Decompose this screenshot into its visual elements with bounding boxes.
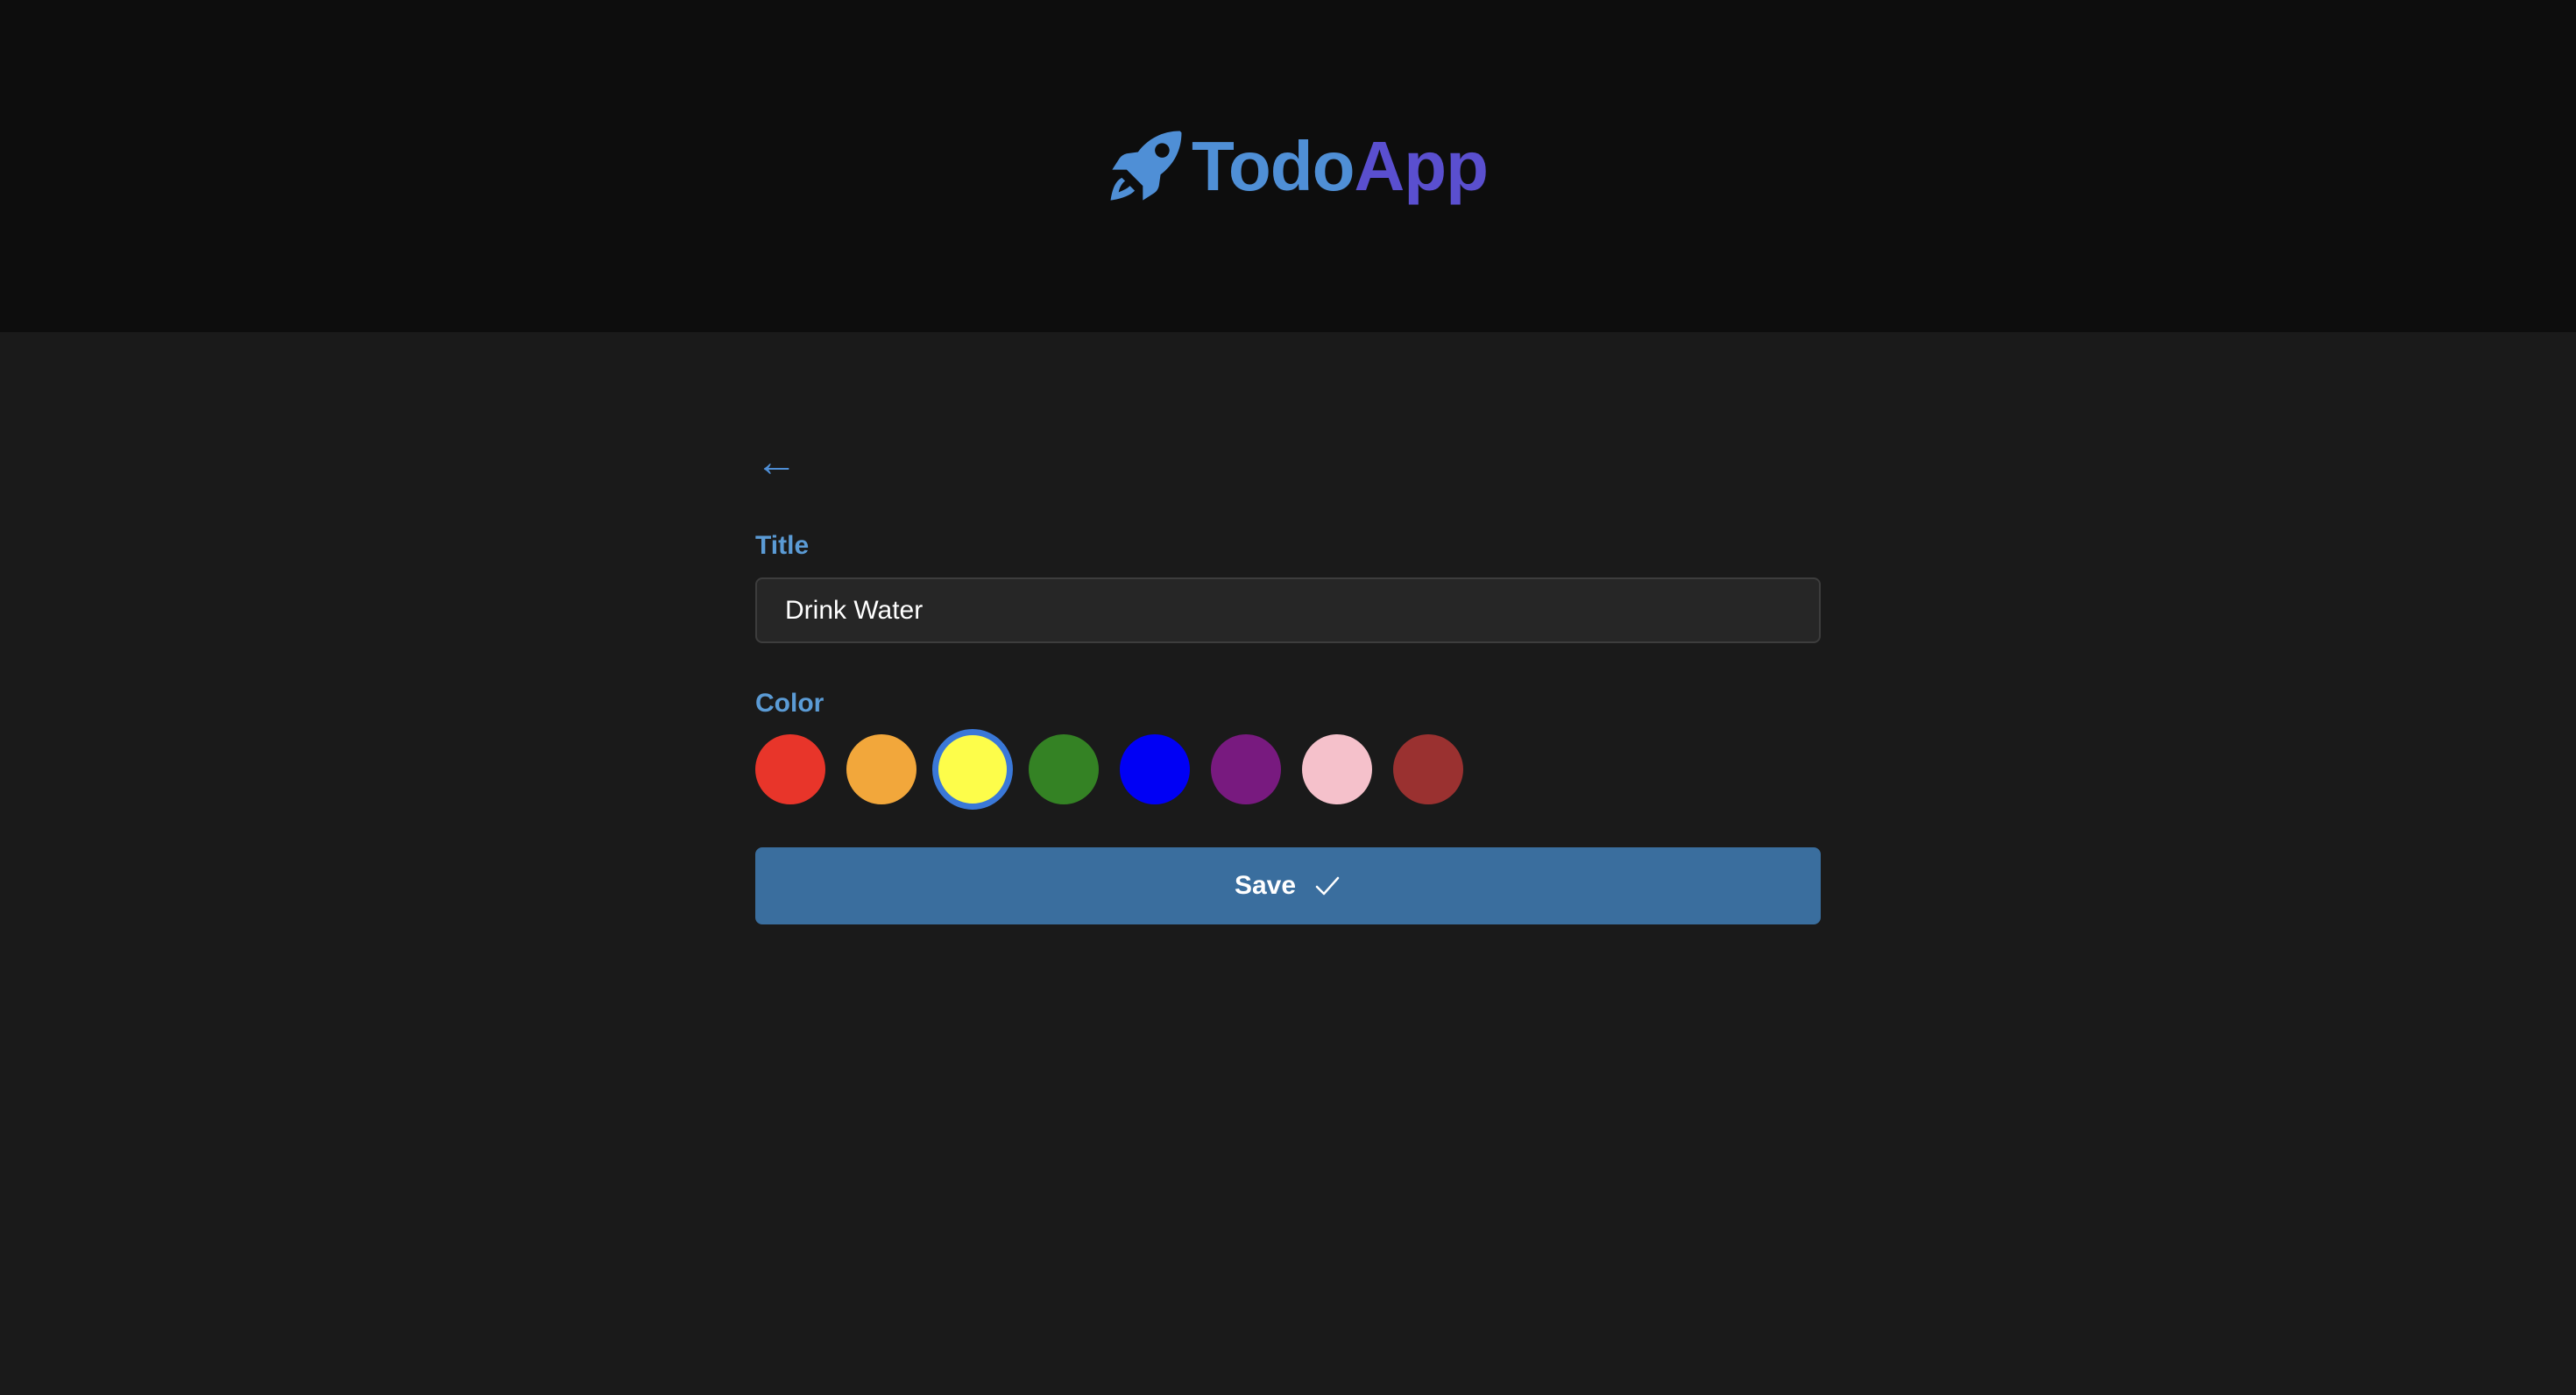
title-input[interactable] [755,577,1821,643]
brand-name-todo: Todo [1192,127,1355,205]
color-swatch-green[interactable] [1029,734,1099,804]
app-logo[interactable]: Todo App [1106,123,1490,210]
app-header: Todo App [0,0,2576,332]
checkmark-icon [1315,876,1340,896]
arrow-left-icon: ← [755,439,797,485]
color-swatch-pink[interactable] [1302,734,1372,804]
rocket-icon [1110,131,1182,201]
color-swatch-brown[interactable] [1393,734,1463,804]
brand-name-app: App [1354,127,1490,205]
color-label: Color [755,689,824,718]
save-button-label: Save [1234,871,1297,900]
save-button[interactable]: Save [755,847,1821,924]
color-swatch-red[interactable] [755,734,825,804]
back-button[interactable]: ← [755,442,797,484]
color-swatch-purple[interactable] [1211,734,1281,804]
title-label: Title [755,531,810,560]
color-picker [755,729,1821,810]
color-swatch-yellow[interactable] [932,729,1013,810]
color-swatch-orange[interactable] [846,734,916,804]
color-swatch-blue[interactable] [1120,734,1190,804]
